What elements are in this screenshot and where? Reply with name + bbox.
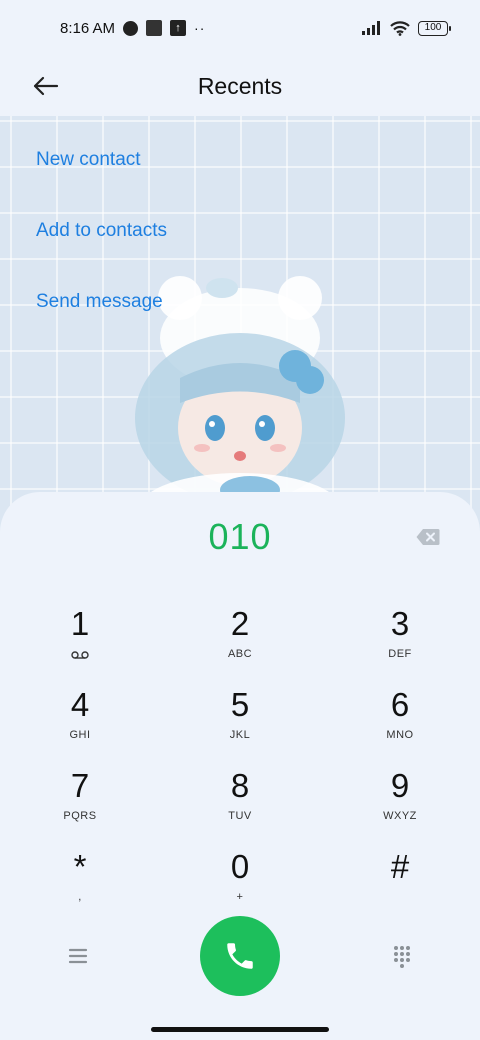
menu-button[interactable] [62,940,94,972]
key-hash[interactable]: # [340,847,460,927]
dialed-number: 010 [208,516,272,557]
more-notifications-icon: ·· [194,20,206,36]
key-digit: 4 [70,686,90,723]
key-digit: 6 [390,686,410,723]
status-right: 100 [362,20,451,36]
battery-icon: 100 [418,20,451,36]
key-digit: * [73,848,87,885]
keypad-toggle-button[interactable] [386,940,418,972]
key-digit: 8 [230,767,250,804]
voicemail-icon [71,651,89,659]
key-digit: 2 [230,605,250,642]
back-button[interactable] [28,68,64,104]
key-6[interactable]: 6 MNO [340,685,460,765]
add-to-contacts-link[interactable]: Add to contacts [36,187,167,258]
page-title: Recents [197,72,283,99]
key-5[interactable]: 5 JKL [180,685,300,765]
key-letters: TUV [228,810,252,822]
signal-icon [362,21,380,35]
key-letters: WXYZ [383,810,417,822]
phone-icon [227,943,253,969]
key-digit: 7 [70,767,90,804]
key-letters: JKL [229,729,251,741]
key-9[interactable]: 9 WXYZ [340,766,460,846]
key-star[interactable]: * , [20,847,140,927]
key-digit: # [390,848,410,885]
key-letters: DEF [388,648,412,660]
arrow-left-icon [33,76,59,96]
key-digit: 9 [390,767,410,804]
action-list: New contact Add to contacts Send message [36,116,167,329]
send-message-link[interactable]: Send message [36,258,167,329]
dialpad-icon [394,946,410,968]
key-letters: PQRS [63,810,97,822]
key-letters: + [236,891,244,903]
backspace-icon[interactable] [416,528,440,546]
status-left: 8:16 AM ↑ ·· [60,20,205,37]
status-bar: 8:16 AM ↑ ·· 100 [0,0,480,56]
key-3[interactable]: 3 DEF [340,604,460,684]
wifi-icon [390,20,410,36]
square-app-icon [146,20,163,36]
call-button[interactable] [200,916,280,996]
key-digit: 5 [230,686,250,723]
key-letters: ABC [227,648,253,660]
profile-icon [123,20,139,36]
new-contact-link[interactable]: New contact [36,116,167,187]
header: Recents [0,56,480,116]
key-digit: 0 [230,848,250,885]
key-4[interactable]: 4 GHI [20,685,140,765]
key-7[interactable]: 7 PQRS [20,766,140,846]
upload-icon: ↑ [170,20,187,36]
key-letters: , [78,891,82,903]
hamburger-menu-icon [68,948,88,964]
key-1[interactable]: 1 [20,604,140,684]
key-0[interactable]: 0 + [180,847,300,927]
status-time: 8:16 AM [60,19,116,37]
dial-panel: 010 1 2 ABC 3 DEF 4 GHI 5 JKL 6 MNO 7 PQ… [0,492,480,1040]
key-digit: 3 [390,605,410,642]
key-letters: GHI [69,729,91,741]
key-8[interactable]: 8 TUV [180,766,300,846]
key-digit: 1 [70,605,90,642]
key-2[interactable]: 2 ABC [180,604,300,684]
dialer-bottom-row [0,916,480,996]
key-letters: MNO [386,729,414,741]
home-indicator[interactable] [151,1027,329,1032]
